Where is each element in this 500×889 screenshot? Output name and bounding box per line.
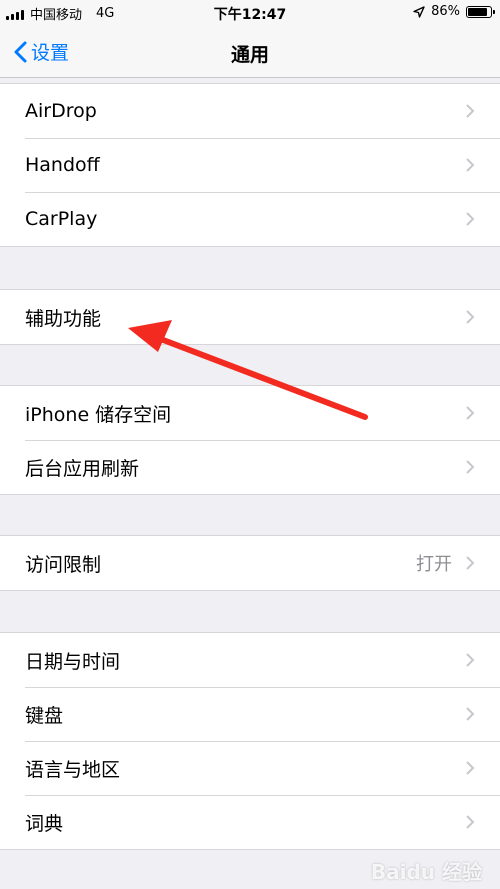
row-restrictions[interactable]: 访问限制 打开 <box>0 536 500 590</box>
row-label: AirDrop <box>25 100 97 122</box>
location-arrow-icon <box>413 5 425 18</box>
chevron-right-icon <box>466 406 475 420</box>
chevron-right-icon <box>466 653 475 667</box>
row-label: 语言与地区 <box>25 758 121 781</box>
row-label: 访问限制 <box>25 553 102 576</box>
row-iphone-storage[interactable]: iPhone 储存空间 <box>0 386 500 440</box>
row-handoff[interactable]: Handoff <box>0 138 500 192</box>
row-label: iPhone 储存空间 <box>25 403 172 426</box>
settings-group-2: 辅助功能 <box>0 289 500 345</box>
chevron-right-icon <box>466 556 475 570</box>
nav-bar: 设置 通用 <box>0 28 500 78</box>
chevron-right-icon <box>466 158 475 172</box>
row-carplay[interactable]: CarPlay <box>0 192 500 246</box>
row-label: 词典 <box>25 812 64 835</box>
row-date-time[interactable]: 日期与时间 <box>0 633 500 687</box>
settings-group-1: AirDrop Handoff CarPlay <box>0 83 500 247</box>
row-airdrop[interactable]: AirDrop <box>0 84 500 138</box>
chevron-right-icon <box>466 104 475 118</box>
row-language-region[interactable]: 语言与地区 <box>0 741 500 795</box>
settings-group-5: 日期与时间 键盘 语言与地区 词典 <box>0 632 500 850</box>
row-label: Handoff <box>25 154 100 176</box>
status-bar: 中国移动 4G 下午12:47 86% <box>0 0 500 28</box>
chevron-right-icon <box>466 761 475 775</box>
page-title: 通用 <box>230 44 269 66</box>
row-label: CarPlay <box>25 208 98 230</box>
row-dictionary[interactable]: 词典 <box>0 795 500 849</box>
battery-fill <box>468 7 487 16</box>
row-background-refresh[interactable]: 后台应用刷新 <box>0 440 500 494</box>
battery-icon <box>466 5 495 18</box>
row-label: 键盘 <box>25 704 64 727</box>
row-value: 打开 <box>416 554 452 575</box>
row-label: 辅助功能 <box>25 307 102 330</box>
chevron-right-icon <box>466 815 475 829</box>
chevron-right-icon <box>466 707 475 721</box>
watermark: Baidu 经验 <box>370 860 482 884</box>
settings-group-4: 访问限制 打开 <box>0 535 500 591</box>
battery-percent: 86% <box>431 4 460 19</box>
chevron-right-icon <box>466 310 475 324</box>
row-label: 日期与时间 <box>25 650 121 673</box>
row-label: 后台应用刷新 <box>25 457 140 480</box>
chevron-right-icon <box>466 212 475 226</box>
settings-group-3: iPhone 储存空间 后台应用刷新 <box>0 385 500 495</box>
status-right: 86% <box>413 4 495 19</box>
row-keyboard[interactable]: 键盘 <box>0 687 500 741</box>
chevron-right-icon <box>466 460 475 474</box>
row-accessibility[interactable]: 辅助功能 <box>0 290 500 344</box>
